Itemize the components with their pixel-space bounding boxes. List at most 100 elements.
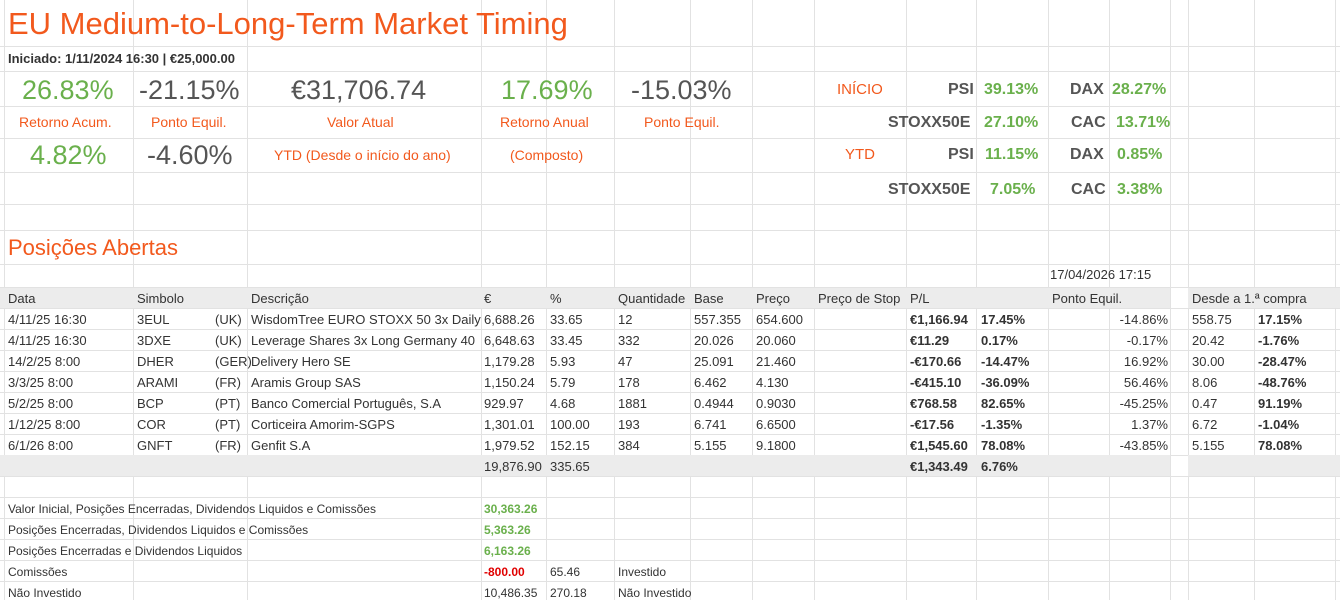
summary-note-4: Não Investido	[618, 586, 692, 600]
cell-eur: 6,688.26	[484, 312, 535, 327]
summary-label-4: Não Investido	[8, 586, 82, 600]
cell-desde-pct: -48.76%	[1258, 375, 1307, 390]
col-pl[interactable]: P/L	[910, 292, 930, 305]
cell-base: 6.741	[694, 417, 727, 432]
summary-value-2: 6,163.26	[484, 544, 531, 558]
cell-preco: 20.060	[756, 333, 796, 348]
dax-label: DAX	[1070, 81, 1104, 98]
col-simbolo[interactable]: Simbolo	[137, 292, 184, 305]
cell-eur: 1,301.01	[484, 417, 535, 432]
col-stop[interactable]: Preço de Stop	[818, 292, 900, 305]
summary-label-2: Posições Encerradas e Dividendos Liquido…	[8, 544, 243, 558]
cell-base: 0.4944	[694, 396, 734, 411]
cell-quantidade: 384	[618, 438, 640, 453]
cell-pl: -€17.56	[910, 417, 955, 432]
cell-pct: 5.79	[550, 375, 576, 390]
summary-value-3: -800.00	[484, 565, 525, 579]
cell-eur: 1,150.24	[484, 375, 535, 390]
cell-quantidade: 193	[618, 417, 640, 432]
cell-desde-pct: 78.08%	[1258, 438, 1303, 453]
cell-ponto: -14.86%	[1119, 312, 1168, 327]
ytd-stoxx-value: 7.05%	[990, 181, 1036, 198]
cell-simbolo: GNFT	[137, 438, 173, 453]
cell-pl-pct: 17.45%	[981, 312, 1026, 327]
cell-preco: 6.6500	[756, 417, 796, 432]
cell-desde-preco: 30.00	[1192, 354, 1225, 369]
ytd-dax-value: 0.85%	[1117, 146, 1163, 163]
cell-desde-preco: 558.75	[1192, 312, 1232, 327]
cell-desde-preco: 0.47	[1192, 396, 1218, 411]
cell-quantidade: 47	[618, 354, 633, 369]
cell-desde-pct: 17.15%	[1258, 312, 1303, 327]
col-base[interactable]: Base	[694, 292, 724, 305]
cell-preco: 4.130	[756, 375, 789, 390]
cell-simbolo: COR	[137, 417, 166, 432]
inicio-dax-value: 28.27%	[1112, 81, 1167, 98]
cell-desde-pct: 91.19%	[1258, 396, 1303, 411]
col-desde[interactable]: Desde a 1.ª compra	[1192, 292, 1307, 305]
cell-pl: -€415.10	[910, 375, 962, 390]
col-preco[interactable]: Preço	[756, 292, 790, 305]
cell-pl-pct: -1.35%	[981, 417, 1023, 432]
cell-base: 6.462	[694, 375, 727, 390]
cell-preco: 21.460	[756, 354, 796, 369]
cell-descricao: Genfit S.A	[251, 438, 311, 453]
cell-quantidade: 12	[618, 312, 633, 327]
inicio-label: INÍCIO	[837, 81, 883, 98]
ytd-cac-value: 3.38%	[1117, 181, 1163, 198]
cell-mercado: (FR)	[215, 438, 241, 453]
cell-ponto: 16.92%	[1123, 354, 1168, 369]
cell-simbolo: 3DXE	[137, 333, 171, 348]
summary-label-1: Posições Encerradas, Dividendos Liquidos…	[8, 523, 309, 537]
inicio-cac-value: 13.71%	[1116, 114, 1171, 131]
cell-mercado: (GER)	[215, 354, 252, 369]
total-eur: 19,876.90	[484, 459, 542, 474]
cell-eur: 1,179.28	[484, 354, 535, 369]
cell-ponto: 56.46%	[1123, 375, 1168, 390]
composto-label: (Composto)	[510, 147, 584, 163]
summary-label-3: Comissões	[8, 565, 68, 579]
positions-title: Posições Abertas	[8, 235, 178, 260]
cell-pl: €11.29	[910, 333, 950, 348]
col-ponto[interactable]: Ponto Equil.	[1052, 292, 1122, 305]
ytd-ponto-equil-value: -4.60%	[147, 140, 233, 170]
cell-preco: 9.1800	[756, 438, 796, 453]
cell-pl: -€170.66	[910, 354, 962, 369]
stoxx-label: STOXX50E	[888, 114, 971, 131]
cell-eur: 929.97	[484, 396, 524, 411]
cell-pct: 5.93	[550, 354, 576, 369]
cell-descricao: Banco Comercial Português, S.A	[251, 396, 442, 411]
cell-mercado: (PT)	[215, 417, 241, 432]
col-data[interactable]: Data	[8, 292, 35, 305]
summary-extra-3: 65.46	[550, 565, 581, 579]
dax-label-ytd: DAX	[1070, 146, 1104, 163]
ponto-equil-anual-value: -15.03%	[631, 75, 732, 105]
ytd-retorno-value: 4.82%	[30, 140, 107, 170]
spreadsheet[interactable]: EU Medium-to-Long-Term Market Timing Ini…	[0, 0, 1340, 600]
cell-eur: 6,648.63	[484, 333, 535, 348]
ponto-equil-label: Ponto Equil.	[151, 114, 227, 130]
col-quantidade[interactable]: Quantidade	[618, 292, 685, 305]
cell-base: 557.355	[694, 312, 741, 327]
total-pct: 335.65	[550, 459, 590, 474]
retorno-acum-value: 26.83%	[22, 75, 114, 105]
col-pct[interactable]: %	[550, 292, 562, 305]
valor-atual-value: €31,706.74	[291, 75, 427, 105]
cell-desde-pct: -1.76%	[1258, 333, 1300, 348]
cell-desde-preco: 8.06	[1192, 375, 1218, 390]
cell-quantidade: 178	[618, 375, 640, 390]
cell-descricao: Delivery Hero SE	[251, 354, 351, 369]
ponto-equil-anual-label: Ponto Equil.	[644, 114, 720, 130]
col-descricao[interactable]: Descrição	[251, 292, 309, 305]
cell-data: 3/3/25 8:00	[8, 375, 74, 390]
col-eur[interactable]: €	[484, 292, 491, 305]
total-pl: €1,343.49	[910, 459, 968, 474]
cell-desde-preco: 5.155	[1192, 438, 1225, 453]
cell-ponto: -0.17%	[1126, 333, 1168, 348]
valor-atual-label: Valor Atual	[327, 114, 394, 130]
cell-desde-pct: -1.04%	[1258, 417, 1300, 432]
cell-pl-pct: -14.47%	[981, 354, 1030, 369]
cell-preco: 0.9030	[756, 396, 796, 411]
timestamp: 17/04/2026 17:15	[1050, 267, 1152, 282]
cell-mercado: (FR)	[215, 375, 241, 390]
